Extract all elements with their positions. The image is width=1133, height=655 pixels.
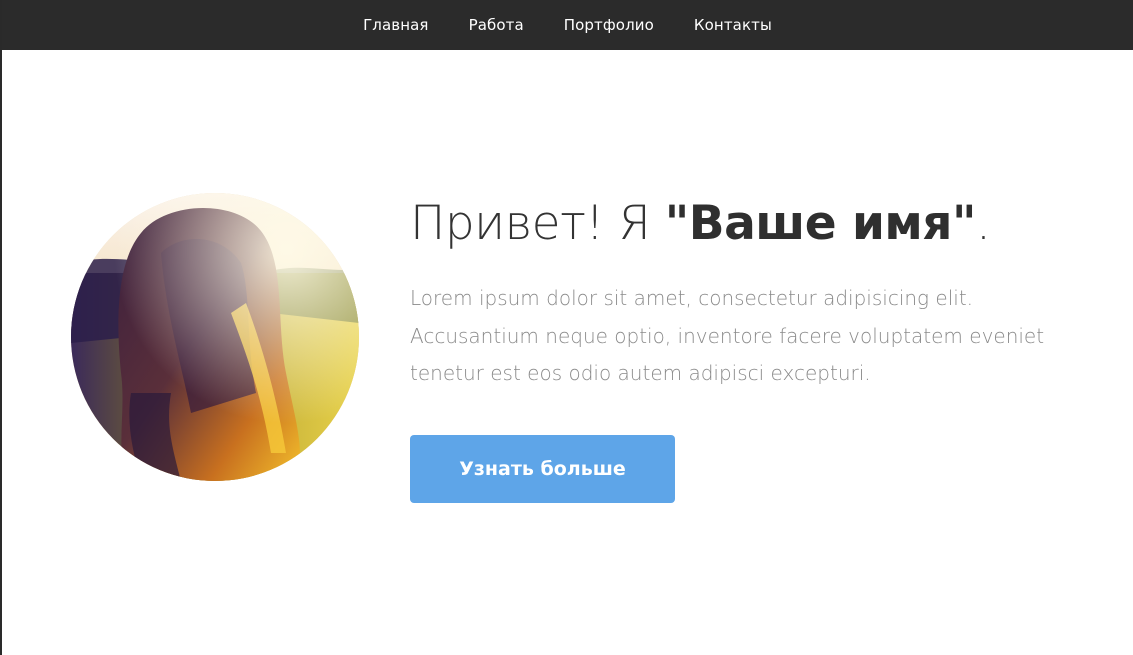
page: Главная Работа Портфолио Контакты Привет… (0, 0, 1133, 655)
learn-more-button[interactable]: Узнать больше (410, 435, 675, 503)
nav-item-work[interactable]: Работа (469, 16, 524, 34)
nav-item-contacts[interactable]: Контакты (694, 16, 772, 34)
top-nav: Главная Работа Портфолио Контакты (2, 0, 1133, 50)
hero-heading: Привет! Я "Ваше имя". (410, 196, 991, 251)
hero-period: . (975, 196, 991, 251)
nav-item-home[interactable]: Главная (363, 16, 429, 34)
hero-description: Lorem ipsum dolor sit amet, consectetur … (410, 286, 1045, 385)
hero-greeting: Привет! Я (410, 196, 665, 251)
nav-item-portfolio[interactable]: Портфолио (564, 16, 654, 34)
hero-name: "Ваше имя" (664, 196, 977, 251)
profile-photo-illustration (71, 193, 359, 481)
profile-photo (71, 193, 359, 481)
